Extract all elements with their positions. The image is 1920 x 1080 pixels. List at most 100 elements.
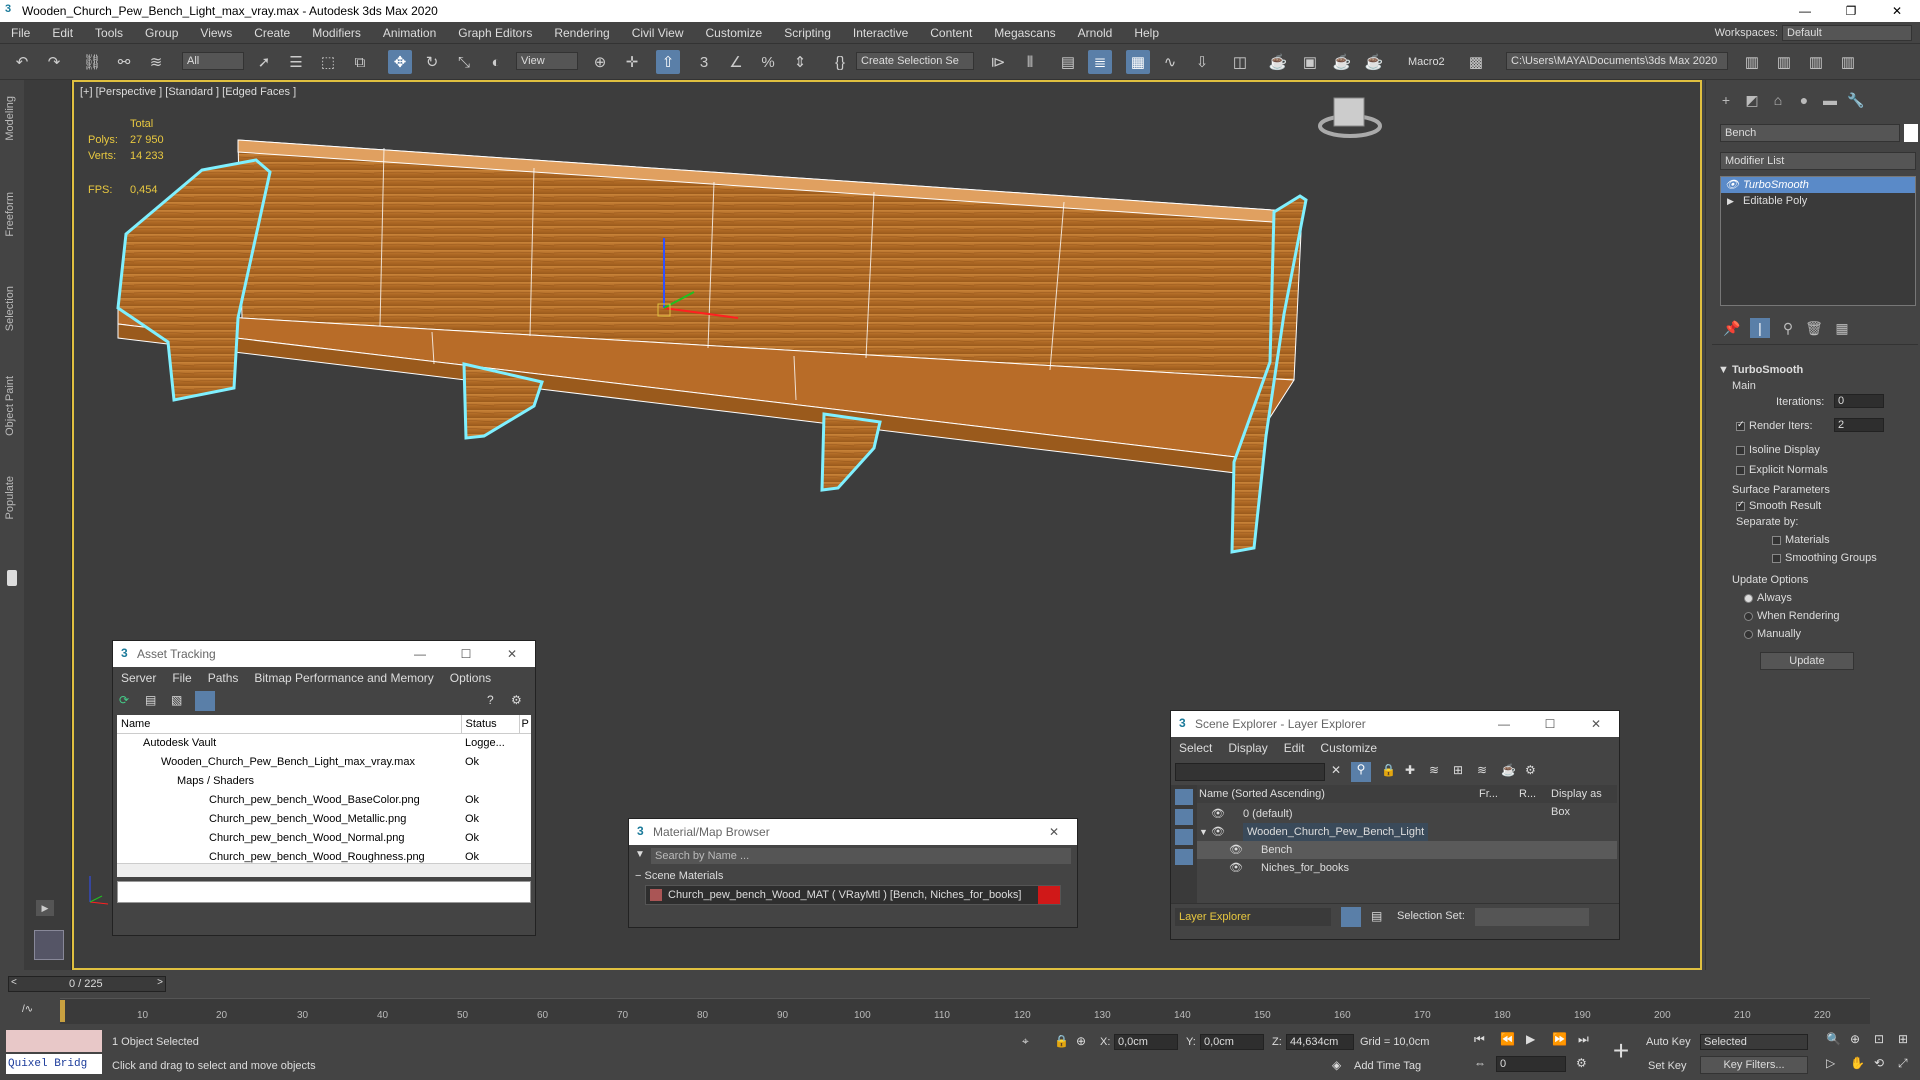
menu-edit[interactable]: Edit xyxy=(41,26,84,40)
align-icon[interactable]: ⫴ xyxy=(1018,50,1042,74)
menu-tools[interactable]: Tools xyxy=(84,26,134,40)
goto-start-icon[interactable]: ⏮ xyxy=(1474,1032,1485,1047)
macro-grid-icon[interactable]: ▩ xyxy=(1464,50,1488,74)
expand-arrow-icon[interactable]: ▶ xyxy=(36,900,54,916)
material-search-input[interactable]: Search by Name ... xyxy=(651,848,1071,864)
asset-path-field[interactable] xyxy=(117,881,531,903)
minimize-button[interactable]: — xyxy=(1782,0,1828,22)
horizontal-scrollbar[interactable] xyxy=(117,863,531,877)
eye-icon[interactable]: 👁 xyxy=(1229,859,1243,877)
restore-button[interactable]: ❐ xyxy=(1828,0,1874,22)
menu-group[interactable]: Group xyxy=(134,26,189,40)
ribbon-toggle-icon[interactable] xyxy=(7,570,17,586)
time-config-icon[interactable]: ⚙ xyxy=(1576,1056,1587,1070)
mirror-icon[interactable]: ⧐ xyxy=(986,50,1010,74)
explorer-mode-icon[interactable] xyxy=(1175,829,1193,845)
menu-display[interactable]: Display xyxy=(1220,741,1275,755)
auto-key-button[interactable]: Auto Key xyxy=(1646,1036,1691,1048)
select-and-place-icon[interactable]: ◐ xyxy=(484,50,508,74)
close-button[interactable]: ✕ xyxy=(1031,819,1077,845)
render-iters-spinner[interactable]: 2 xyxy=(1834,418,1884,432)
eye-icon[interactable]: 👁 xyxy=(1229,841,1243,859)
quixel-bridge-field[interactable]: Quixel Bridg xyxy=(6,1054,102,1074)
project-folder-icon[interactable]: ▥ xyxy=(1740,50,1764,74)
thumbnail-view-icon[interactable]: ▧ xyxy=(171,693,182,707)
teapot-icon[interactable]: ☕ xyxy=(1501,763,1516,777)
explorer-type-dropdown[interactable]: Layer Explorer xyxy=(1175,908,1331,926)
when-rendering-radio[interactable]: When Rendering xyxy=(1744,610,1840,622)
selection-region-icon[interactable]: ⬚ xyxy=(316,50,340,74)
clear-search-icon[interactable]: ✕ xyxy=(1331,763,1341,777)
maximize-viewport-icon[interactable]: ⤢ xyxy=(1898,1056,1908,1071)
time-slider[interactable]: < 0 / 225 > xyxy=(8,976,166,992)
select-and-rotate-icon[interactable]: ↻ xyxy=(420,50,444,74)
goto-end-icon[interactable]: ⏭ xyxy=(1578,1032,1589,1047)
render-iters-checkbox[interactable]: Render Iters: xyxy=(1736,419,1813,432)
tab-object-paint[interactable]: Object Paint xyxy=(4,376,16,436)
eye-icon[interactable]: 👁 xyxy=(1211,805,1225,823)
prev-frame-icon[interactable]: ⏪ xyxy=(1500,1032,1515,1046)
next-frame-icon[interactable]: > xyxy=(157,977,163,988)
key-filters-button[interactable]: Key Filters... xyxy=(1700,1056,1808,1074)
smooth-result-checkbox[interactable]: Smooth Result xyxy=(1736,499,1821,512)
settings-icon[interactable]: ⚙ xyxy=(511,693,522,707)
smoothing-groups-checkbox[interactable]: Smoothing Groups xyxy=(1772,552,1877,564)
table-row[interactable]: Autodesk Vault Logge... xyxy=(117,733,531,752)
table-view-icon[interactable] xyxy=(195,691,215,711)
project-options-icon[interactable]: ▥ xyxy=(1836,50,1860,74)
close-button[interactable]: ✕ xyxy=(1573,711,1619,737)
minimize-button[interactable]: — xyxy=(1481,711,1527,737)
manipulate-icon[interactable]: ✛ xyxy=(620,50,644,74)
y-coordinate-field[interactable]: 0,0cm xyxy=(1200,1034,1264,1050)
isoline-checkbox[interactable]: Isoline Display xyxy=(1736,444,1820,456)
menu-rendering[interactable]: Rendering xyxy=(543,26,620,40)
hierarchy-icon[interactable]: ⊞ xyxy=(1453,763,1463,777)
object-row[interactable]: Bench 👁 xyxy=(1197,841,1617,859)
column-freeze[interactable]: Fr... xyxy=(1479,785,1498,803)
play-icon[interactable]: ▶ xyxy=(1526,1032,1535,1046)
explicit-normals-checkbox[interactable]: Explicit Normals xyxy=(1736,464,1828,476)
object-row[interactable]: Niches_for_books 👁 xyxy=(1197,859,1617,877)
menu-file[interactable]: File xyxy=(0,26,41,40)
hierarchy-tab-icon[interactable]: ⌂ xyxy=(1768,90,1788,110)
menu-animation[interactable]: Animation xyxy=(372,26,447,40)
explorer-search-input[interactable] xyxy=(1175,763,1325,781)
menu-bitmap-performance[interactable]: Bitmap Performance and Memory xyxy=(246,671,441,685)
set-keys-icon[interactable]: + xyxy=(1606,1034,1636,1070)
stack-item-editable-poly[interactable]: ▶ Editable Poly xyxy=(1721,193,1915,209)
options-icon[interactable]: ⚙ xyxy=(1525,763,1536,777)
explorer-mode-icon[interactable] xyxy=(1175,849,1193,865)
modifier-list-dropdown[interactable]: Modifier List xyxy=(1720,152,1916,170)
material-item[interactable]: Church_pew_bench_Wood_MAT ( VRayMtl ) [B… xyxy=(645,885,1061,905)
z-coordinate-field[interactable]: 44,634cm xyxy=(1286,1034,1354,1050)
display-tab-icon[interactable]: ▬ xyxy=(1820,90,1840,110)
fov-icon[interactable]: ▷ xyxy=(1826,1056,1835,1070)
curve-toggle-icon[interactable]: /∿ xyxy=(22,1004,33,1015)
layer-stack-icon[interactable]: ≋ xyxy=(1429,763,1439,777)
selection-set-dropdown[interactable] xyxy=(1475,908,1589,926)
column-name[interactable]: Name xyxy=(117,715,462,733)
pin-stack-icon[interactable]: 📌 xyxy=(1722,318,1742,338)
set-key-button[interactable]: Set Key xyxy=(1648,1060,1687,1072)
minimize-button[interactable]: — xyxy=(397,641,443,667)
viewport-layout-icon[interactable] xyxy=(34,930,64,960)
rollout-turbosmooth-title[interactable]: ▼ TurboSmooth xyxy=(1718,364,1803,376)
window-crossing-icon[interactable]: ⧉ xyxy=(348,50,372,74)
object-color-swatch[interactable] xyxy=(1904,124,1918,142)
zoom-icon[interactable]: 🔍 xyxy=(1826,1032,1841,1046)
local-explorer-icon[interactable]: ▤ xyxy=(1371,909,1382,923)
zoom-extents-icon[interactable]: ⊡ xyxy=(1874,1032,1884,1046)
layer-explorer-toggle-icon[interactable] xyxy=(1341,907,1361,927)
select-object-icon[interactable]: ➚ xyxy=(252,50,276,74)
iterations-spinner[interactable]: 0 xyxy=(1834,394,1884,408)
create-tab-icon[interactable]: + xyxy=(1716,90,1736,110)
next-frame-icon[interactable]: ⏩ xyxy=(1552,1032,1567,1046)
explorer-mode-icon[interactable] xyxy=(1175,809,1193,825)
filter-icon[interactable]: ⚲ xyxy=(1351,762,1371,782)
zoom-extents-all-icon[interactable]: ⊞ xyxy=(1898,1032,1908,1046)
time-tag-icon[interactable]: ◈ xyxy=(1332,1058,1341,1072)
maxscript-listener[interactable] xyxy=(6,1030,102,1052)
tab-selection[interactable]: Selection xyxy=(4,286,16,331)
current-frame-field[interactable]: 0 xyxy=(1496,1056,1566,1072)
menu-paths[interactable]: Paths xyxy=(200,671,247,685)
